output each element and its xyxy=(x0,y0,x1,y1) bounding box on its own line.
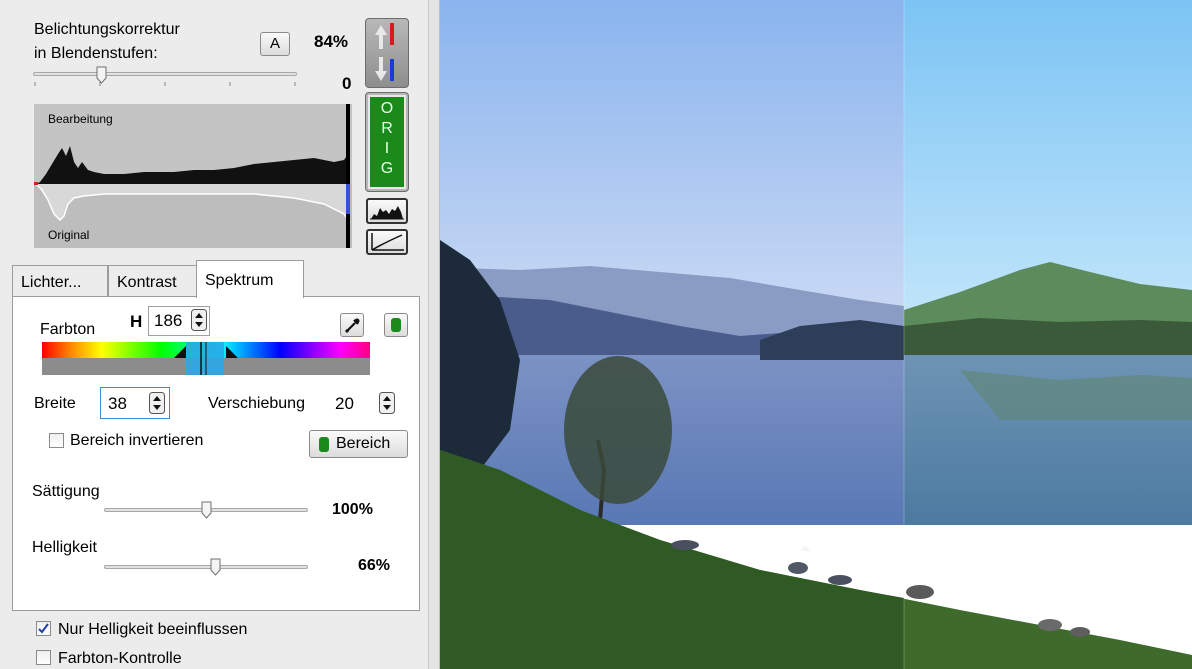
green-indicator-icon xyxy=(391,318,401,332)
exposure-percent: 84% xyxy=(314,32,349,51)
hue-h-label: H xyxy=(130,312,143,331)
checkmark-icon xyxy=(38,623,49,634)
hue-spectrum-bar[interactable] xyxy=(42,342,370,375)
shift-value: 20 xyxy=(335,394,354,413)
panel-splitter[interactable] xyxy=(428,0,440,669)
exposure-slider-track xyxy=(33,72,297,76)
histogram-display: Bearbeitung Original xyxy=(34,104,352,248)
color-indicator-button[interactable] xyxy=(384,313,408,337)
tab-lichter[interactable]: Lichter... xyxy=(12,265,108,300)
exposure-value: 0 xyxy=(342,74,352,93)
histogram-label-top: Bearbeitung xyxy=(48,112,113,126)
brightness-value: 66% xyxy=(358,557,391,574)
width-stepper-arrows-icon[interactable] xyxy=(149,392,165,414)
eyedropper-button[interactable] xyxy=(340,313,364,337)
orig-letter-i: I xyxy=(384,140,390,157)
saturation-label: Sättigung xyxy=(32,483,100,500)
width-stepper[interactable]: 38 xyxy=(100,387,170,419)
histogram-icon xyxy=(370,206,404,220)
tab-spektrum[interactable]: Spektrum xyxy=(196,260,304,298)
range-green-icon xyxy=(319,437,329,452)
hue-stepper[interactable]: 186 xyxy=(148,306,210,336)
exposure-label-line1: Belichtungskorrektur xyxy=(34,21,180,38)
only-brightness-checkbox[interactable] xyxy=(36,621,51,636)
up-down-arrows-icon xyxy=(375,23,394,81)
brightness-slider-thumb[interactable] xyxy=(210,558,221,576)
hue-value: 186 xyxy=(154,311,183,330)
exposure-slider-thumb[interactable] xyxy=(96,66,107,84)
range-button[interactable]: Bereich xyxy=(309,430,408,458)
curve-icon xyxy=(371,233,404,251)
photo-preview xyxy=(440,0,1192,669)
orig-letter-r: R xyxy=(381,120,393,137)
hue-control-checkbox[interactable] xyxy=(36,650,51,665)
hue-control-label: Farbton-Kontrolle xyxy=(58,650,182,667)
curve-view-button[interactable] xyxy=(366,229,408,255)
histogram-label-bottom: Original xyxy=(48,228,90,242)
only-brightness-label: Nur Helligkeit beeinflussen xyxy=(58,621,248,638)
saturation-value: 100% xyxy=(332,501,373,518)
orig-letter-g: G xyxy=(380,160,394,177)
invert-range-checkbox[interactable] xyxy=(49,433,64,448)
histogram-view-button[interactable] xyxy=(366,198,408,224)
hue-stepper-arrows-icon[interactable] xyxy=(191,309,207,331)
shift-label: Verschiebung xyxy=(208,395,305,412)
exposure-slider-ticks xyxy=(34,82,296,86)
brightness-label: Helligkeit xyxy=(32,539,97,556)
saturation-slider-thumb[interactable] xyxy=(201,501,212,519)
eyedropper-icon xyxy=(344,318,360,334)
brightness-slider-track xyxy=(104,565,308,569)
tab-kontrast[interactable]: Kontrast xyxy=(108,265,197,300)
width-label: Breite xyxy=(34,395,76,412)
exposure-label-line2: in Blendenstufen: xyxy=(34,45,158,62)
hue-range-markers xyxy=(174,342,238,375)
saturation-slider[interactable] xyxy=(104,500,308,522)
orig-button[interactable]: O R I G xyxy=(365,92,409,192)
hue-label: Farbton xyxy=(40,321,96,338)
range-button-label: Bereich xyxy=(336,435,391,452)
auto-button[interactable]: A xyxy=(260,32,290,56)
arrow-toggle-button[interactable] xyxy=(365,18,409,88)
lake-landscape-image xyxy=(440,0,1192,669)
control-panel: Belichtungskorrektur in Blendenstufen: A… xyxy=(0,0,428,669)
brightness-slider[interactable] xyxy=(104,557,308,579)
orig-letter-o: O xyxy=(380,100,394,117)
shift-stepper-arrows-icon[interactable] xyxy=(379,392,395,414)
invert-range-label: Bereich invertieren xyxy=(70,432,204,449)
width-value: 38 xyxy=(108,394,127,413)
exposure-slider[interactable] xyxy=(33,66,297,90)
shift-stepper[interactable]: 20 xyxy=(330,387,400,419)
